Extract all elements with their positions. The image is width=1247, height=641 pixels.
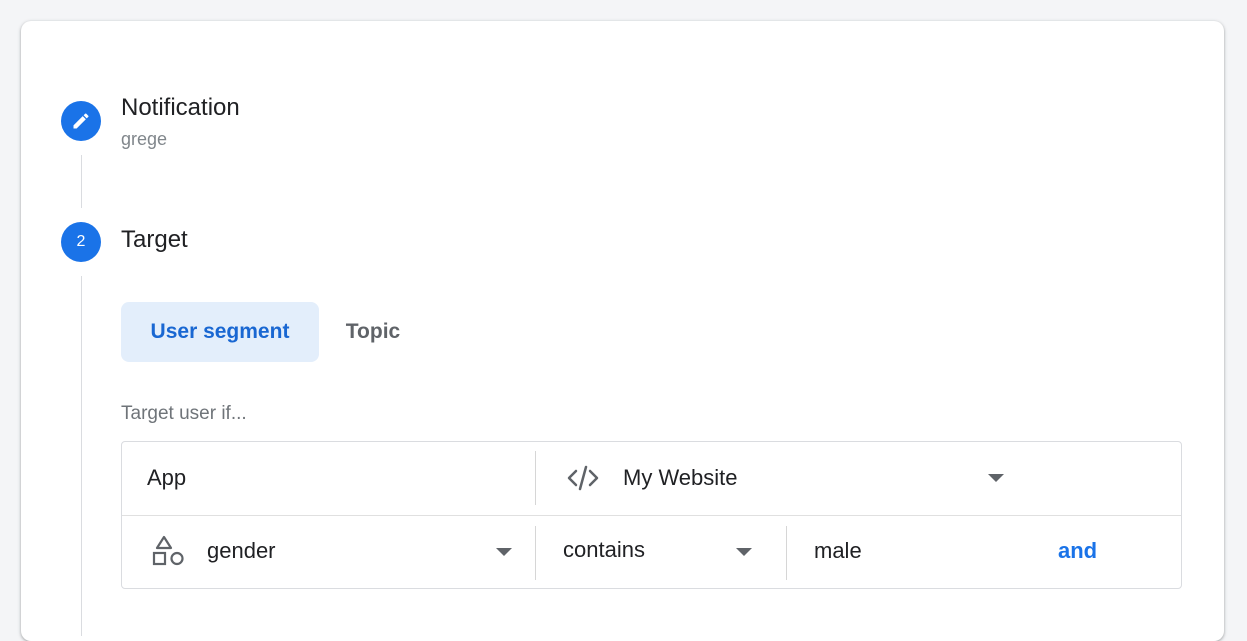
chevron-down-icon bbox=[988, 474, 1004, 482]
target-hint: Target user if... bbox=[121, 403, 247, 424]
step-2-title: Target bbox=[121, 226, 188, 253]
code-icon bbox=[566, 463, 600, 493]
chevron-down-icon bbox=[736, 548, 752, 556]
pencil-icon bbox=[71, 111, 91, 131]
shapes-icon bbox=[150, 534, 186, 568]
step-1-title: Notification bbox=[121, 94, 240, 121]
operator-select-value: contains bbox=[563, 537, 645, 562]
operator-select[interactable]: contains bbox=[536, 516, 786, 589]
step-1-subtitle: grege bbox=[121, 129, 168, 149]
attribute-select[interactable]: gender bbox=[122, 516, 535, 589]
and-button[interactable]: and bbox=[1058, 538, 1097, 564]
step-connector bbox=[81, 276, 82, 636]
app-select-value: My Website bbox=[623, 465, 738, 490]
attribute-select-value: gender bbox=[207, 538, 276, 563]
chevron-down-icon bbox=[496, 548, 512, 556]
notification-card: Notification grege 2 Target User segment… bbox=[21, 21, 1224, 641]
step-connector bbox=[81, 155, 82, 208]
app-select[interactable]: My Website bbox=[536, 442, 1004, 515]
tab-topic[interactable]: Topic bbox=[327, 302, 419, 362]
value-input[interactable]: male bbox=[787, 516, 1007, 589]
targeting-table: App My Website gender contains male and bbox=[121, 441, 1182, 589]
app-label: App bbox=[147, 465, 187, 490]
step-1-circle[interactable] bbox=[61, 101, 101, 141]
step-2-circle: 2 bbox=[61, 222, 101, 262]
value-input-text: male bbox=[814, 538, 862, 563]
tab-user-segment[interactable]: User segment bbox=[121, 302, 319, 362]
step-2-number: 2 bbox=[76, 233, 86, 250]
